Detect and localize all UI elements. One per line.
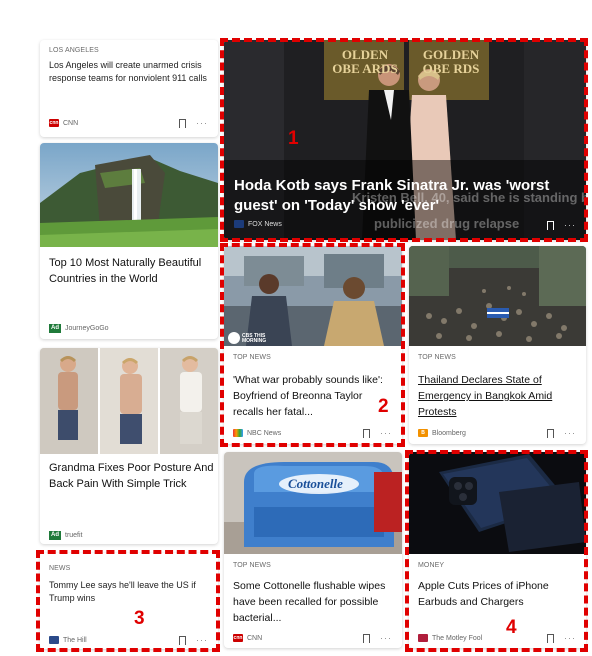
source-name: truefit <box>65 532 83 539</box>
posture-image <box>40 348 218 454</box>
cnn-logo-icon: cnn <box>233 634 243 642</box>
card-source: The Motley Fool <box>418 634 482 642</box>
ad-card-grandma[interactable]: Grandma Fixes Poor Posture And Back Pain… <box>40 348 218 544</box>
card-actions: ··· <box>363 429 392 438</box>
bookmark-icon[interactable] <box>547 221 554 230</box>
card-headline[interactable]: Tommy Lee says he'll leave the US if Tru… <box>49 579 209 605</box>
card-headline[interactable]: Top 10 Most Naturally Beautiful Countrie… <box>49 255 209 287</box>
source-name: CNN <box>63 119 79 127</box>
annotation-number-4: 4 <box>506 617 517 638</box>
source-name: FOX News <box>248 220 282 228</box>
posture-illustration <box>40 348 218 454</box>
more-options-icon[interactable]: ··· <box>564 429 576 438</box>
protest-photo <box>409 246 586 346</box>
bookmark-icon[interactable] <box>547 634 554 643</box>
annotation-number-3: 3 <box>134 608 145 629</box>
card-category: MONEY <box>418 562 445 569</box>
card-source: Ad truefit <box>49 531 83 540</box>
card-headline[interactable]: Grandma Fixes Poor Posture And Back Pain… <box>49 460 214 492</box>
card-category: LOS ANGELES <box>49 47 99 54</box>
source-name: The Hill <box>63 636 87 644</box>
ad-badge: Ad <box>49 324 61 333</box>
hero-sign-right: GOLDEN OBE RDS <box>422 47 480 76</box>
bookmark-icon[interactable] <box>179 636 186 645</box>
card-actions: ··· <box>547 429 576 438</box>
news-card-los-angeles[interactable]: LOS ANGELES Los Angeles will create unar… <box>40 40 218 137</box>
card-source: Ad JourneyGoGo <box>49 324 109 333</box>
motley-fool-logo-icon <box>418 634 428 642</box>
card-category: NEWS <box>49 565 71 572</box>
source-name: CNN <box>247 634 263 642</box>
iphone-photo <box>409 452 586 554</box>
ad-badge: Ad <box>49 531 61 540</box>
card-headline[interactable]: Some Cottonelle flushable wipes have bee… <box>233 578 398 626</box>
cnn-logo-icon: cnn <box>49 119 59 127</box>
card-actions: ··· <box>179 636 208 645</box>
cottonelle-brand-text: Cottonelle <box>288 476 343 491</box>
source-name: Bloomberg <box>432 429 466 437</box>
hero-sign-left: OLDEN OBE ARDS <box>332 47 398 76</box>
card-source: The Hill <box>49 636 87 644</box>
card-actions: ··· <box>547 221 576 230</box>
card-category: TOP NEWS <box>233 562 271 569</box>
news-card-apple[interactable]: MONEY Apple Cuts Prices of iPhone Earbud… <box>409 452 586 648</box>
ad-card-countries[interactable]: Top 10 Most Naturally Beautiful Countrie… <box>40 143 218 339</box>
more-options-icon[interactable]: ··· <box>380 429 392 438</box>
source-name: NBC News <box>247 429 282 437</box>
card-actions: ··· <box>179 119 208 128</box>
more-options-icon[interactable]: ··· <box>564 221 576 230</box>
card-category: TOP NEWS <box>418 354 456 361</box>
bookmark-icon[interactable] <box>363 634 370 643</box>
bookmark-icon[interactable] <box>363 429 370 438</box>
more-options-icon[interactable]: ··· <box>564 634 576 643</box>
card-actions: ··· <box>547 634 576 643</box>
annotation-number-2: 2 <box>378 396 389 417</box>
interview-photo <box>224 246 402 346</box>
news-card-thailand[interactable]: TOP NEWS Thailand Declares State of Emer… <box>409 246 586 444</box>
the-hill-logo-icon <box>49 636 59 644</box>
source-name: JourneyGoGo <box>65 325 109 332</box>
annotation-number-1: 1 <box>288 128 299 149</box>
hero-card-hoda-kotb[interactable]: OLDEN OBE ARDS GOLDEN OBE RDS Kristen Be… <box>224 40 586 240</box>
more-options-icon[interactable]: ··· <box>196 119 208 128</box>
news-card-cottonelle[interactable]: Cottonelle TOP NEWS Some Cottonelle flus… <box>224 452 402 648</box>
card-headline[interactable]: Thailand Declares State of Emergency in … <box>418 372 583 420</box>
more-options-icon[interactable]: ··· <box>196 636 208 645</box>
more-options-icon[interactable]: ··· <box>380 634 392 643</box>
card-headline[interactable]: Apple Cuts Prices of iPhone Earbuds and … <box>418 578 583 610</box>
cottonelle-photo <box>224 452 402 554</box>
card-headline[interactable]: 'What war probably sounds like': Boyfrie… <box>233 372 395 420</box>
cbs-this-morning-logo: CBS THIS MORNING <box>242 333 267 344</box>
card-source: FOX News <box>234 220 282 228</box>
news-card-tommy-lee[interactable]: NEWS Tommy Lee says he'll leave the US i… <box>40 553 218 649</box>
card-actions: ··· <box>363 634 392 643</box>
card-headline[interactable]: Los Angeles will create unarmed crisis r… <box>49 59 209 85</box>
card-source: cnn CNN <box>49 119 78 127</box>
fox-news-logo-icon <box>234 220 244 228</box>
hero-headline[interactable]: Hoda Kotb says Frank Sinatra Jr. was 'wo… <box>234 176 574 216</box>
card-source: cnn CNN <box>233 634 262 642</box>
bloomberg-logo-icon: B <box>418 429 428 437</box>
bookmark-icon[interactable] <box>547 429 554 438</box>
nbc-news-logo-icon <box>233 429 243 437</box>
source-name: The Motley Fool <box>432 634 483 642</box>
bookmark-icon[interactable] <box>179 119 186 128</box>
hero-background-caption-2: publicized drug relapse <box>374 216 520 231</box>
waterfall-illustration <box>40 143 218 247</box>
news-card-breonna-taylor[interactable]: CBS THIS MORNING TOP NEWS 'What war prob… <box>224 246 402 444</box>
card-source: NBC News <box>233 429 281 437</box>
card-category: TOP NEWS <box>233 354 271 361</box>
waterfall-image <box>40 143 218 247</box>
card-source: B Bloomberg <box>418 429 466 437</box>
